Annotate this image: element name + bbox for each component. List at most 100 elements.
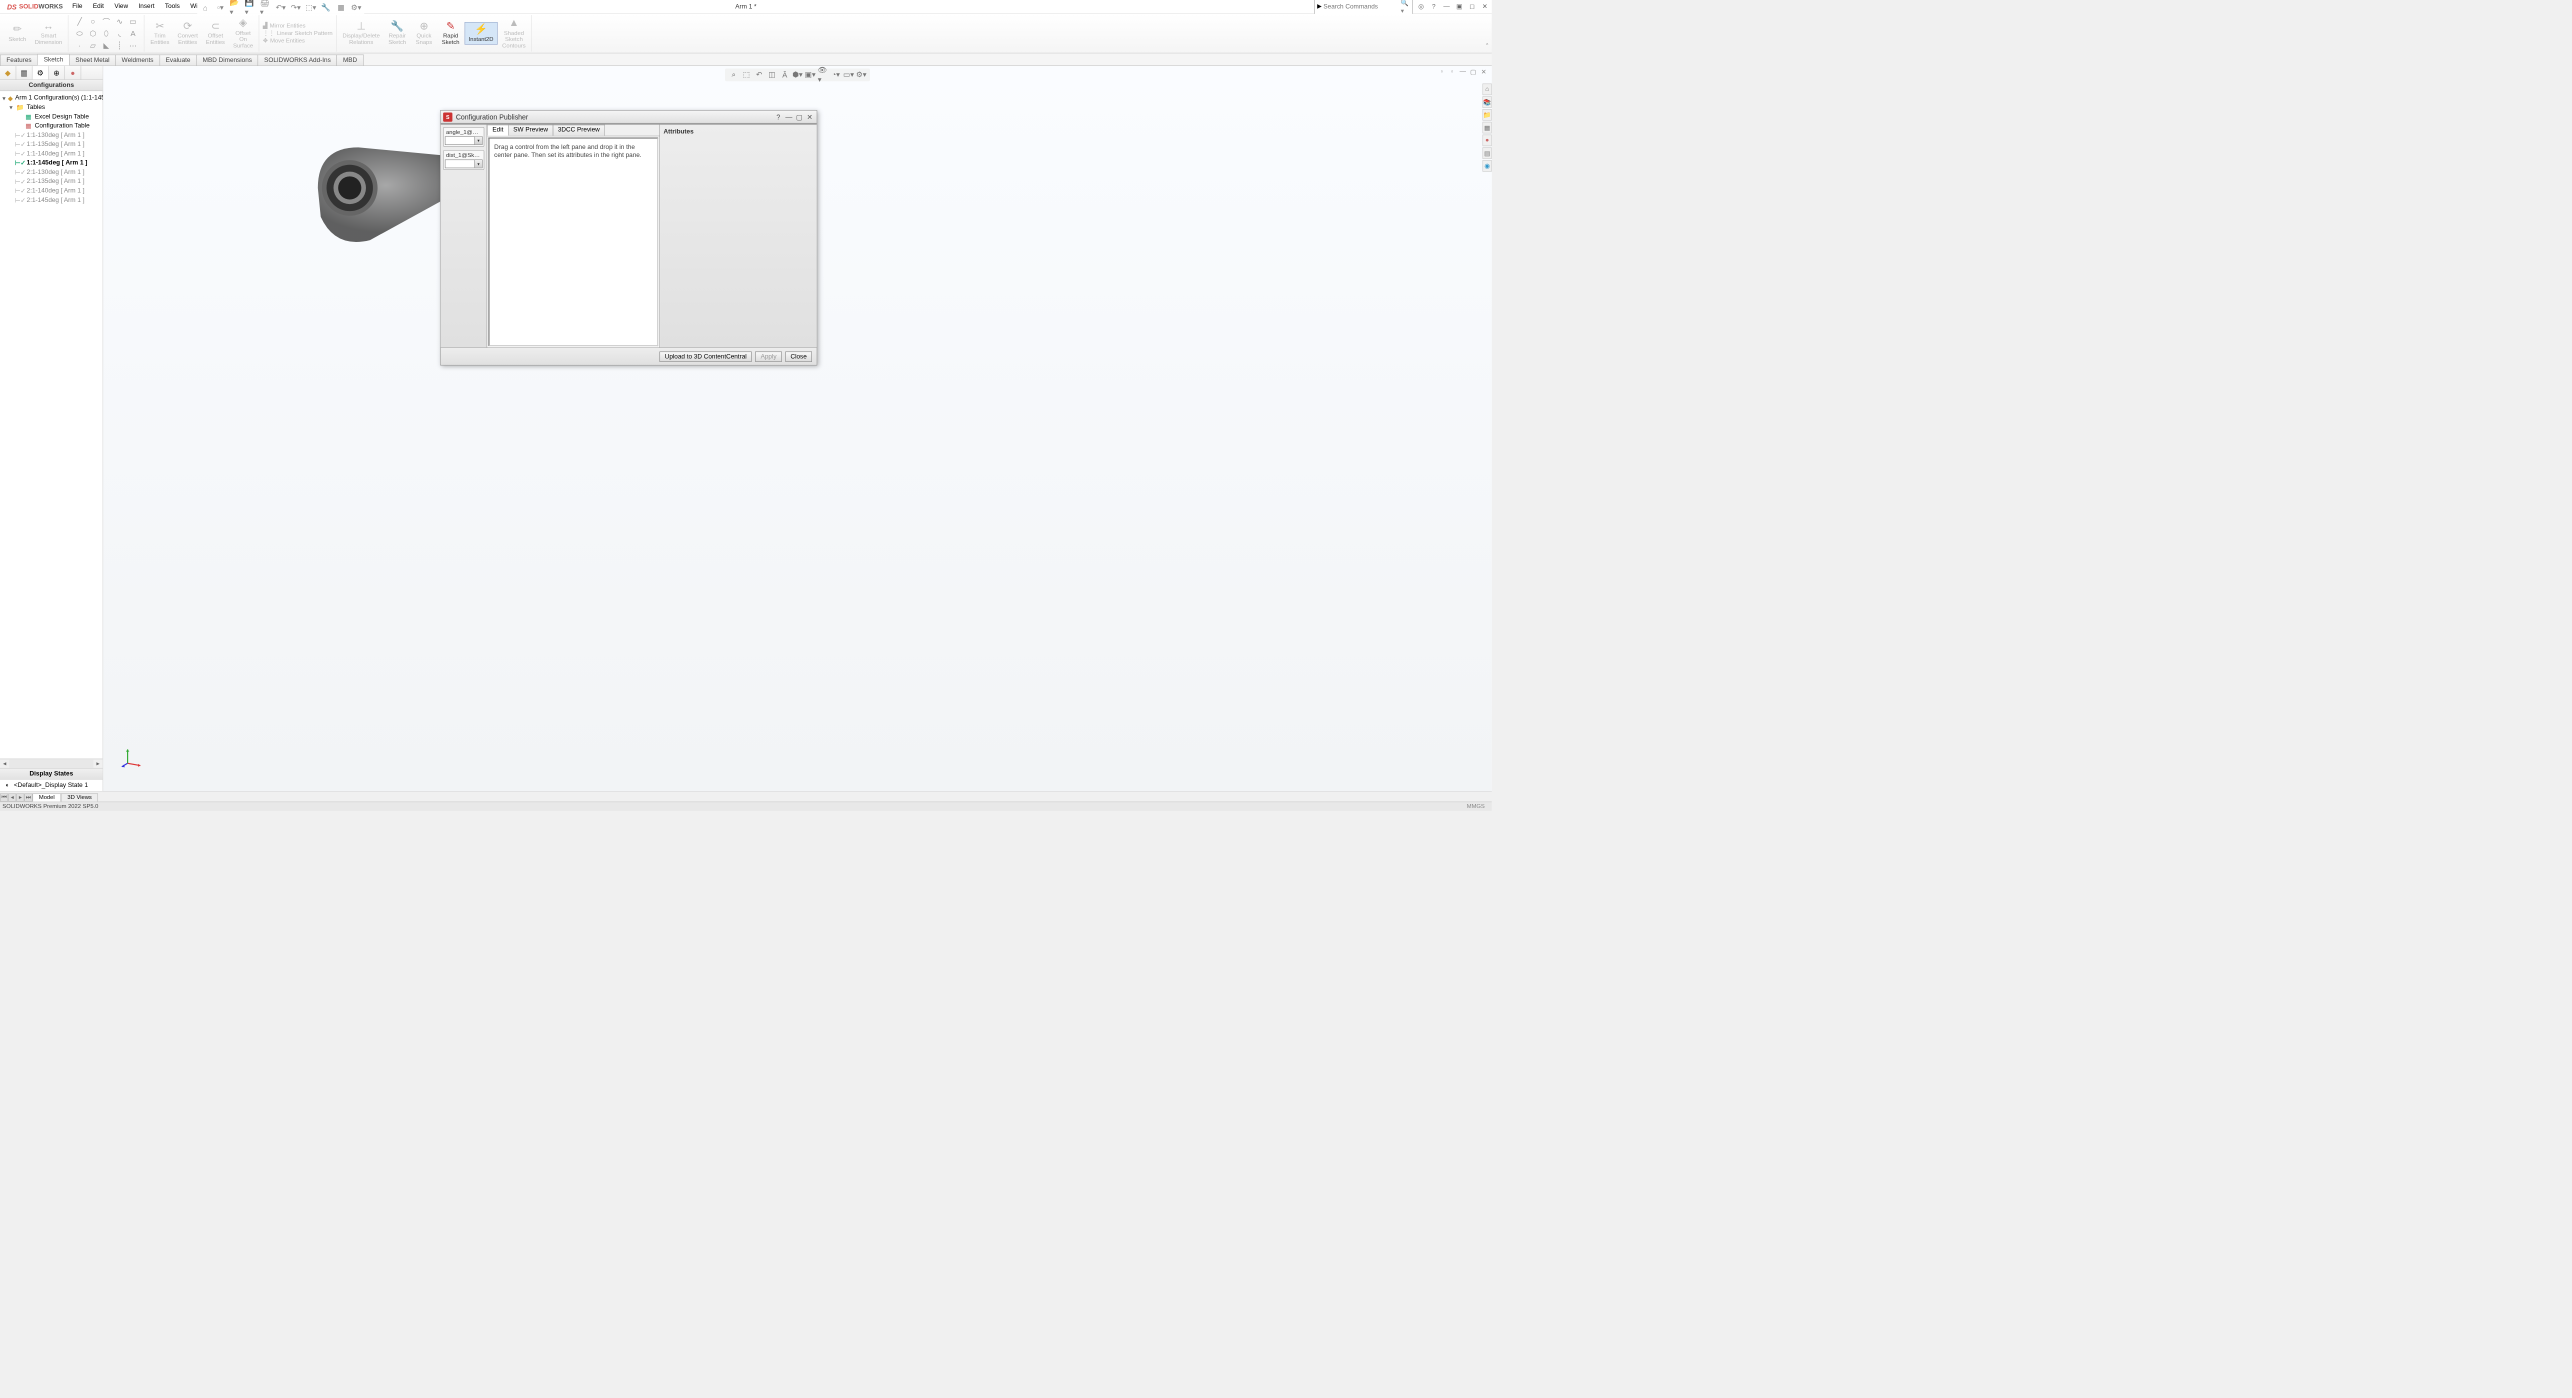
expand-icon[interactable]: ▾: [8, 104, 14, 112]
tab-addins[interactable]: SOLIDWORKS Add-Ins: [258, 55, 337, 66]
vp-close-icon[interactable]: ✕: [1479, 67, 1488, 76]
menu-tools[interactable]: Tools: [160, 2, 184, 12]
config-item-4[interactable]: ⊢✓2:1-130deg [ Arm 1 ]: [0, 168, 103, 177]
text-icon[interactable]: A: [127, 28, 140, 40]
login-icon[interactable]: ◎: [1416, 2, 1425, 11]
dialog-minimize-icon[interactable]: —: [784, 112, 793, 121]
vp-maximize-icon[interactable]: ▢: [1469, 67, 1478, 76]
dialog-close-icon[interactable]: ✕: [805, 112, 814, 121]
single-view-icon[interactable]: ▫: [1448, 67, 1457, 76]
undo-icon[interactable]: ↶▾: [275, 2, 287, 12]
config-item-0[interactable]: ⊢✓1:1-130deg [ Arm 1 ]: [0, 131, 103, 140]
menu-edit[interactable]: Edit: [88, 2, 108, 12]
zoom-area-icon[interactable]: ⬚: [741, 70, 751, 80]
3d-views-tab[interactable]: 3D Views: [61, 793, 98, 801]
expand-icon[interactable]: ▾: [2, 94, 5, 102]
drop-area[interactable]: Drag a control from the left pane and dr…: [488, 137, 658, 346]
subtab-edit[interactable]: Edit: [487, 125, 508, 136]
mirror-entities-button[interactable]: ▟Mirror Entities: [263, 23, 306, 29]
link-views-icon[interactable]: ▫: [1437, 67, 1446, 76]
design-library-icon[interactable]: 📚: [1482, 96, 1491, 108]
tab-sheet-metal[interactable]: Sheet Metal: [69, 55, 116, 66]
help-icon[interactable]: ?: [1429, 2, 1438, 11]
property-manager-tab-icon[interactable]: ▥: [16, 66, 32, 79]
units-label[interactable]: MMGS: [1462, 803, 1489, 809]
shaded-contours-button[interactable]: ▲Shaded Sketch Contours: [499, 16, 529, 50]
home-icon[interactable]: ⌂: [200, 2, 212, 12]
tab-features[interactable]: Features: [0, 55, 38, 66]
subtab-3dcc-preview[interactable]: 3DCC Preview: [553, 125, 605, 136]
param-angle-dropdown[interactable]: ▾: [445, 136, 483, 145]
point-icon[interactable]: ·: [73, 40, 86, 52]
config-item-5[interactable]: ⊢✓2:1-135deg [ Arm 1 ]: [0, 177, 103, 186]
param-dist[interactable]: dist_1@Sketch1 ▾: [443, 150, 484, 170]
restore-icon[interactable]: ▣: [1455, 2, 1464, 11]
param-dist-dropdown[interactable]: ▾: [445, 160, 483, 169]
last-tab-icon[interactable]: ⏭: [24, 793, 32, 801]
prev-view-icon[interactable]: ↶: [754, 70, 764, 80]
fillet-icon[interactable]: ◟: [113, 28, 126, 40]
close-icon[interactable]: ✕: [1480, 2, 1489, 11]
dialog-maximize-icon[interactable]: ▢: [795, 112, 804, 121]
tab-mbd-dimensions[interactable]: MBD Dimensions: [196, 55, 258, 66]
edit-appearance-icon[interactable]: ◔▾: [831, 70, 841, 80]
config-root[interactable]: ▾ ◆ Arm 1 Configuration(s) (1:1-145d: [0, 93, 103, 102]
tab-evaluate[interactable]: Evaluate: [159, 55, 197, 66]
rapid-sketch-button[interactable]: ✎Rapid Sketch: [438, 19, 464, 47]
rect-icon[interactable]: ▭: [127, 15, 140, 27]
slot-icon[interactable]: ⬭: [73, 28, 86, 40]
new-icon[interactable]: ▫▾: [215, 2, 227, 12]
graphics-area[interactable]: ⌕ ⬚ ↶ ◫ Ǎ ⬢▾ ▣▾ 👁▾ ◔▾ ▭▾ ⚙▾ ▫ ▫ — ▢ ✕ ⌂ …: [103, 66, 1492, 791]
quick-snaps-button[interactable]: ⊕Quick Snaps: [411, 19, 437, 47]
display-manager-tab-icon[interactable]: ●: [65, 66, 81, 79]
spline-icon[interactable]: ∿: [113, 15, 126, 27]
scroll-right-icon[interactable]: ▸: [93, 759, 102, 768]
config-item-6[interactable]: ⊢✓2:1-140deg [ Arm 1 ]: [0, 186, 103, 195]
dialog-titlebar[interactable]: S Configuration Publisher ? — ▢ ✕: [441, 111, 817, 124]
settings-icon[interactable]: ⚙▾: [350, 2, 362, 12]
view-settings-icon[interactable]: ⚙▾: [856, 70, 866, 80]
search-icon[interactable]: 🔍▾: [1401, 0, 1410, 14]
save-icon[interactable]: 💾▾: [245, 2, 257, 12]
panel-hscroll[interactable]: ◂ ▸: [0, 759, 103, 768]
dropdown-arrow-icon[interactable]: ▾: [474, 160, 482, 168]
hide-show-icon[interactable]: 👁▾: [818, 70, 828, 80]
config-item-2[interactable]: ⊢✓1:1-140deg [ Arm 1 ]: [0, 149, 103, 158]
centerline-icon[interactable]: ┊: [113, 40, 126, 52]
dropdown-arrow-icon[interactable]: ▾: [474, 137, 482, 145]
config-item-7[interactable]: ⊢✓2:1-145deg [ Arm 1 ]: [0, 195, 103, 204]
ellipse-icon[interactable]: ⬯: [100, 28, 113, 40]
menu-view[interactable]: View: [110, 2, 133, 12]
linear-pattern-button[interactable]: ⋮⋮Linear Sketch Pattern: [263, 30, 333, 36]
convert-entities-button[interactable]: ⟳Convert Entities: [174, 19, 201, 47]
circle-icon[interactable]: ○: [87, 15, 100, 27]
sketch-button[interactable]: ✏Sketch: [5, 23, 31, 44]
subtab-sw-preview[interactable]: SW Preview: [508, 125, 553, 136]
search-input[interactable]: [1323, 3, 1400, 10]
plane-icon[interactable]: ▱: [87, 40, 100, 52]
print-icon[interactable]: 🖨▾: [260, 2, 272, 12]
section-view-icon[interactable]: ◫: [767, 70, 777, 80]
config-item-1[interactable]: ⊢✓1:1-135deg [ Arm 1 ]: [0, 140, 103, 149]
redo-icon[interactable]: ↷▾: [290, 2, 302, 12]
apply-button[interactable]: Apply: [755, 351, 781, 361]
dimxpert-tab-icon[interactable]: ⊕: [49, 66, 65, 79]
move-entities-button[interactable]: ✥Move Entities: [263, 38, 305, 44]
config-item-3-active[interactable]: ⊢✓1:1-145deg [ Arm 1 ]: [0, 158, 103, 167]
open-icon[interactable]: 📂▾: [230, 2, 242, 12]
custom-props-icon[interactable]: ▤: [1482, 147, 1491, 159]
apply-scene-icon[interactable]: ▭▾: [843, 70, 853, 80]
dialog-help-icon[interactable]: ?: [774, 112, 783, 121]
menu-insert[interactable]: Insert: [134, 2, 159, 12]
dynamic-annotation-icon[interactable]: Ǎ: [780, 70, 790, 80]
offset-entities-button[interactable]: ⊂Offset Entities: [202, 19, 228, 47]
polygon-icon[interactable]: ⬡: [87, 28, 100, 40]
tab-mbd[interactable]: MBD: [337, 55, 364, 66]
arc-icon[interactable]: ⌒: [100, 15, 113, 27]
display-style-icon[interactable]: ▣▾: [805, 70, 815, 80]
view-orientation-icon[interactable]: ⬢▾: [792, 70, 802, 80]
offset-surface-button[interactable]: ◈Offset On Surface: [230, 16, 257, 50]
tab-weldments[interactable]: Weldments: [115, 55, 160, 66]
rebuild-icon[interactable]: 🔧: [320, 2, 332, 12]
upload-button[interactable]: Upload to 3D ContentCentral: [660, 351, 752, 361]
